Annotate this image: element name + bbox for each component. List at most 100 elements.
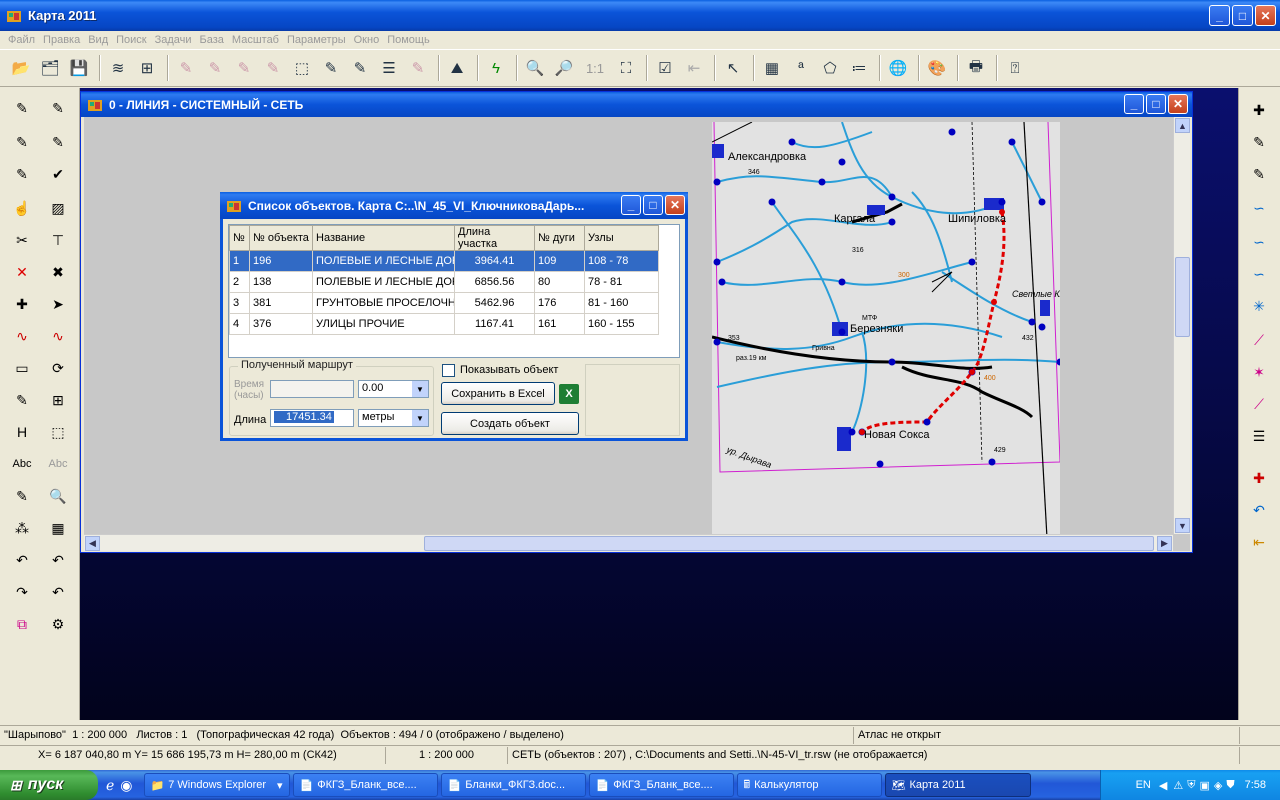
lightning-icon[interactable]: ϟ	[483, 55, 509, 81]
map-view[interactable]: Александровка Каргала Шипиловка Березняк…	[712, 122, 1060, 538]
back-icon[interactable]: ⇤	[681, 55, 707, 81]
map-maximize-button[interactable]: □	[1146, 94, 1166, 114]
curve2-icon[interactable]: ∽	[1245, 228, 1273, 256]
open-recent-icon[interactable]: 🗂	[37, 55, 63, 81]
zoom-add-icon[interactable]: 🔍	[44, 482, 72, 510]
table-row[interactable]: 3 381 ГРУНТОВЫЕ ПРОСЕЛОЧНЫЕ 5462.96 176 …	[229, 292, 659, 314]
ie-icon[interactable]: ℯ	[106, 777, 114, 794]
menu-help[interactable]: Помощь	[387, 34, 430, 46]
pen-nodes-icon[interactable]: ✎	[8, 128, 36, 156]
terrain-icon[interactable]: ⛰	[444, 55, 470, 81]
undo-right-icon[interactable]: ↶	[1245, 496, 1273, 524]
redo-icon[interactable]: ↷	[8, 578, 36, 606]
browser-icon[interactable]: ◉	[120, 777, 132, 794]
vertical-scroll-thumb[interactable]	[1175, 257, 1190, 337]
hatch-icon[interactable]: ▨	[44, 194, 72, 222]
undo-icon[interactable]: ↶	[44, 578, 72, 606]
language-indicator[interactable]: EN	[1136, 779, 1151, 791]
unit-combo[interactable]: метры ▼	[358, 409, 429, 427]
wave2-icon[interactable]: ∿	[44, 322, 72, 350]
task-word-2[interactable]: 📄 Бланки_ФКГЗ.doc...	[440, 773, 586, 797]
col-header-object[interactable]: № объекта	[249, 225, 313, 251]
table-row[interactable]: 2 138 ПОЛЕВЫЕ И ЛЕСНЫЕ ДОРОГИ 6856.56 80…	[229, 271, 659, 293]
zoom-in-icon[interactable]: 🔎	[551, 55, 577, 81]
task-calculator[interactable]: 🖩 Калькулятор	[736, 773, 882, 797]
col-header-arc[interactable]: № дуги	[534, 225, 585, 251]
group-icon[interactable]: ⁂	[8, 514, 36, 542]
pen-dots-icon[interactable]: ✎	[231, 55, 257, 81]
pen-remove-icon[interactable]: ✎	[405, 55, 431, 81]
pen-text-icon[interactable]: ✎	[202, 55, 228, 81]
zoom-extent-icon[interactable]: ⛶	[613, 55, 639, 81]
grid-select-icon[interactable]: ⊞	[44, 386, 72, 414]
menu-file[interactable]: Файл	[8, 34, 35, 46]
scissors-icon[interactable]: ✂	[8, 226, 36, 254]
ruler-icon[interactable]: ▭	[8, 354, 36, 382]
excel-icon[interactable]: X	[559, 384, 579, 404]
dialog-minimize-button[interactable]: _	[621, 195, 641, 215]
pen-dots2-icon[interactable]: ✎	[260, 55, 286, 81]
doc-list-icon[interactable]: ☰	[1245, 422, 1273, 450]
close-button[interactable]: ✕	[1255, 5, 1276, 26]
globe-icon[interactable]: 🌐	[885, 55, 911, 81]
brush-icon[interactable]: ✎	[1245, 128, 1273, 156]
arrow-node-icon[interactable]: ➤	[44, 290, 72, 318]
save-icon[interactable]: 💾	[66, 55, 92, 81]
print-icon[interactable]: 🖶	[963, 55, 989, 81]
menu-edit[interactable]: Правка	[43, 34, 80, 46]
length-input[interactable]: 17451.34	[270, 409, 354, 427]
dialog-close-button[interactable]: ✕	[665, 195, 685, 215]
help-pointer-icon[interactable]: ⍰	[1002, 55, 1028, 81]
pen-blue-icon[interactable]: ✎	[44, 94, 72, 122]
unit-combo-dropdown-icon[interactable]: ▼	[412, 410, 428, 426]
palette-icon[interactable]: 🎨	[924, 55, 950, 81]
zoom-1to1-button[interactable]: 1:1	[580, 55, 610, 81]
scroll-right-icon[interactable]: ▶	[1157, 536, 1172, 551]
dialog-maximize-button[interactable]: □	[643, 195, 663, 215]
scroll-down-icon[interactable]: ▼	[1175, 518, 1190, 533]
menu-window[interactable]: Окно	[354, 34, 380, 46]
stamp-icon[interactable]: ✎	[8, 386, 36, 414]
pen-curve-icon[interactable]: ✎	[44, 128, 72, 156]
select-all-icon[interactable]: ✚	[1245, 96, 1273, 124]
split-icon[interactable]: ⊤	[44, 226, 72, 254]
wave-icon[interactable]: ∿	[8, 322, 36, 350]
task-word-1[interactable]: 📄 ФКГЗ_Бланк_все....	[292, 773, 438, 797]
security-icon[interactable]: ◈	[1214, 779, 1222, 792]
time-combo-dropdown-icon[interactable]: ▼	[412, 381, 428, 397]
copy-icon[interactable]: ⧉	[8, 610, 36, 638]
pen-add-icon[interactable]: ✎	[318, 55, 344, 81]
save-excel-button[interactable]: Сохранить в Excel	[441, 382, 555, 405]
curve-icon[interactable]: ∽	[1245, 194, 1273, 222]
text-tool-disabled-icon[interactable]: Abc	[44, 450, 72, 478]
menu-parameters[interactable]: Параметры	[287, 34, 346, 46]
network-icon[interactable]: ✳	[1245, 292, 1273, 320]
delete-node-icon[interactable]: ✖	[44, 258, 72, 286]
exit-door-icon[interactable]: ⇤	[1245, 528, 1273, 556]
text-label-icon[interactable]: ª	[788, 55, 814, 81]
create-object-button[interactable]: Создать объект	[441, 412, 579, 435]
table-row[interactable]: 4 376 УЛИЦЫ ПРОЧИЕ 1167.41 161 160 - 155	[229, 313, 659, 335]
pen-icon[interactable]: ✎	[8, 94, 36, 122]
stamp-text-icon[interactable]: ✎	[8, 482, 36, 510]
legend-icon[interactable]: ≔	[846, 55, 872, 81]
scroll-left-icon[interactable]: ◀	[85, 536, 100, 551]
show-object-checkbox[interactable]	[442, 364, 455, 377]
pen-select-icon[interactable]: ✎	[173, 55, 199, 81]
star-icon[interactable]: ✶	[1245, 358, 1273, 386]
objects-table[interactable]: № № объекта Название Длина участка № дуг…	[228, 224, 680, 358]
shield-icon[interactable]: ⛨	[1187, 779, 1195, 792]
vertical-scrollbar[interactable]: ▲ ▼	[1173, 117, 1190, 534]
app-titlebar[interactable]: Карта 2011 _ □ ✕	[0, 0, 1280, 31]
tray-arrow-icon[interactable]: ◀	[1159, 779, 1167, 792]
dialog-titlebar[interactable]: Список объектов. Карта С:..\N_45_VI_Ключ…	[220, 192, 688, 219]
map-close-button[interactable]: ✕	[1168, 94, 1188, 114]
check-icon[interactable]: ☑	[652, 55, 678, 81]
menu-view[interactable]: Вид	[88, 34, 108, 46]
scroll-up-icon[interactable]: ▲	[1175, 118, 1190, 133]
map-minimize-button[interactable]: _	[1124, 94, 1144, 114]
minimize-button[interactable]: _	[1209, 5, 1230, 26]
tree-icon[interactable]: ⊞	[134, 55, 160, 81]
menu-search[interactable]: Поиск	[116, 34, 146, 46]
task-windows-explorer[interactable]: 📁 7 Windows Explorer ▾	[143, 773, 290, 797]
